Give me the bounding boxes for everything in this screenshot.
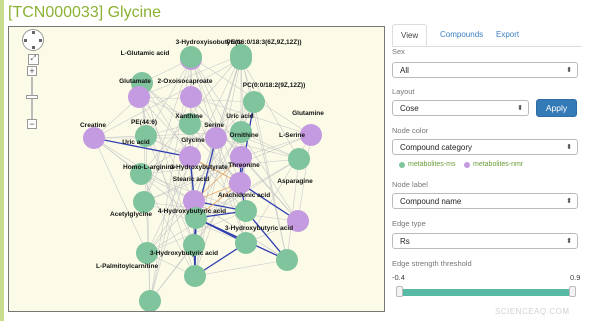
select-caret-icon: ⬍: [566, 144, 572, 151]
select-caret-icon: ⬍: [566, 198, 572, 205]
node-n6[interactable]: [128, 86, 150, 108]
tab-compounds[interactable]: Compounds: [432, 24, 491, 45]
node-label: Xanthine: [175, 113, 203, 120]
node-n14[interactable]: [205, 127, 227, 149]
threshold-label: Edge strength threshold: [392, 259, 472, 268]
node-n12[interactable]: [83, 127, 105, 149]
legend-nmr-text: metabolites-nmr: [473, 161, 524, 168]
layout-select-value: Cose: [400, 104, 419, 113]
page-title: [TCN000033] Glycine: [8, 4, 161, 21]
node-label-select-value: Compound name: [400, 197, 462, 206]
tab-view[interactable]: View: [392, 24, 428, 46]
node-n21[interactable]: [229, 172, 251, 194]
edge-type-select-value: Rs: [400, 237, 410, 246]
fit-view-icon[interactable]: ⤢: [28, 54, 39, 65]
layout-label: Layout: [392, 87, 415, 96]
select-caret-icon: ⬍: [566, 238, 572, 245]
zoom-in-button[interactable]: +: [27, 66, 37, 76]
legend-nmr-dot: [464, 162, 470, 168]
node-n28[interactable]: [184, 265, 206, 287]
node-n8[interactable]: [243, 91, 265, 113]
select-caret-icon: ⬍: [517, 105, 523, 112]
node-label: Stearic acid: [173, 176, 210, 183]
node-n7[interactable]: [180, 86, 202, 108]
control-tabs: View Compounds Export: [392, 24, 582, 47]
network-graph[interactable]: 3-HydroxyisobutyratePE(16:0/18:3(6Z,9Z,1…: [9, 27, 385, 312]
zoom-out-button[interactable]: −: [27, 119, 37, 129]
node-label: Glutamine: [292, 110, 324, 117]
edge-line: [145, 135, 151, 302]
node-label: Homo-L-arginine: [123, 164, 175, 171]
threshold-max: 0.9: [570, 273, 581, 282]
node-n30[interactable]: [276, 249, 298, 271]
node-label: Serine: [204, 122, 224, 129]
node-label: PC(0:0/18:2(9Z,12Z)): [243, 82, 306, 89]
tab-export[interactable]: Export: [488, 24, 527, 45]
node-label: PE(16:0/18:3(6Z,9Z,12Z)): [226, 39, 301, 46]
threshold-max-handle[interactable]: [569, 286, 576, 297]
node-n29[interactable]: [139, 290, 161, 312]
node-color-label: Node color: [392, 126, 429, 135]
node-n27[interactable]: [235, 232, 257, 254]
node-label: L-Serine: [279, 132, 305, 139]
node-n16[interactable]: [288, 148, 310, 170]
edge-line: [286, 158, 300, 261]
node-n4[interactable]: [230, 44, 252, 66]
node-label: 4-Hydroxybutyric acid: [158, 208, 226, 215]
legend-ms-text: metabolites-ms: [408, 161, 456, 168]
edge-line: [194, 259, 288, 277]
watermark: SCIENCEAQ.COM: [495, 307, 570, 316]
node-label: L-Palmitoylcarnitine: [96, 263, 159, 270]
node-color-select-value: Compound category: [400, 143, 473, 152]
node-label: Ornithine: [230, 132, 259, 139]
node-label: Threonine: [228, 162, 260, 169]
node-label: 3-Hydroxybutyric acid: [225, 225, 293, 232]
node-label: 3-Hydroxybutyric acid: [150, 250, 218, 257]
sex-select-value: All: [400, 66, 409, 75]
node-label: Creatine: [80, 122, 106, 129]
node-label: Uric acid: [226, 113, 253, 120]
node-label: 2-Oxoisocaproate: [158, 78, 213, 85]
layout-select[interactable]: Cose ⬍: [392, 100, 529, 116]
node-label: PE(44:6): [131, 119, 157, 126]
node-n3[interactable]: [180, 46, 202, 68]
edge-line: [215, 137, 300, 160]
node-label: Acetylglycine: [110, 211, 152, 218]
threshold-min-handle[interactable]: [396, 286, 403, 297]
threshold-slider-track[interactable]: [399, 289, 573, 296]
left-accent-bar: [0, 0, 4, 321]
node-label: L-Glutamic acid: [121, 50, 170, 57]
sex-select[interactable]: All ⬍: [392, 62, 578, 78]
node-label: Arachidonic acid: [218, 192, 270, 199]
legend-ms-dot: [399, 162, 405, 168]
node-label: Glycine: [181, 137, 205, 144]
apply-button[interactable]: Apply: [536, 99, 577, 117]
pan-control[interactable]: [22, 29, 44, 51]
edge-type-select[interactable]: Rs ⬍: [392, 233, 578, 249]
node-label: Uric acid: [122, 139, 149, 146]
node-label-select[interactable]: Compound name ⬍: [392, 193, 578, 209]
node-label: 3-Hydroxybutyrate: [170, 164, 228, 171]
node-label-label: Node label: [392, 180, 428, 189]
node-label: Glutamate: [119, 78, 151, 85]
node-n19[interactable]: [133, 191, 155, 213]
network-graph-panel[interactable]: 3-Hydroxyisobutyrate PE(16:0/18:3(6Z,9Z,1…: [8, 26, 385, 312]
node-n24[interactable]: [235, 200, 257, 222]
node-color-select[interactable]: Compound category ⬍: [392, 139, 578, 155]
threshold-min: -0.4: [392, 273, 405, 282]
select-caret-icon: ⬍: [566, 67, 572, 74]
node-label: Asparagine: [277, 178, 313, 185]
edge-type-label: Edge type: [392, 219, 426, 228]
sex-label: Sex: [392, 47, 405, 56]
zoom-slider-knob[interactable]: [26, 95, 38, 99]
